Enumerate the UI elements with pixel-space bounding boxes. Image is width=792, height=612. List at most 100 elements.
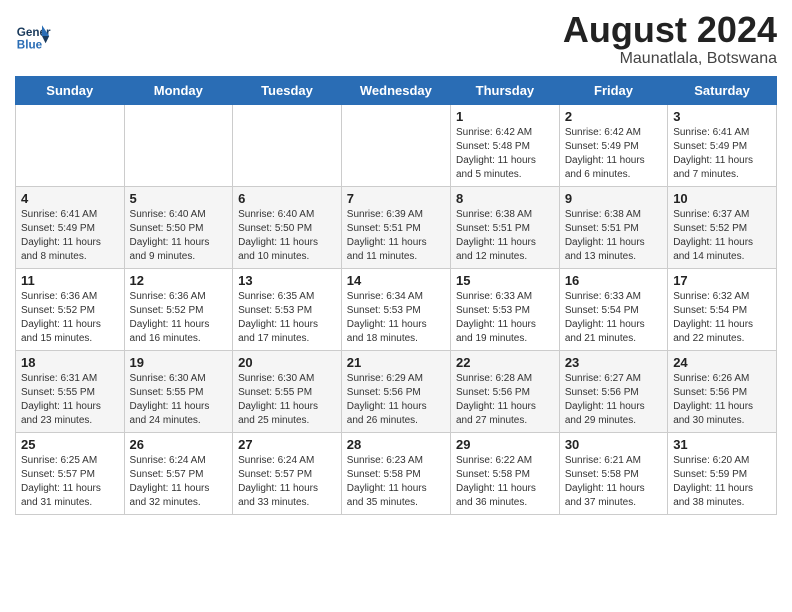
calendar-cell: 27 Sunrise: 6:24 AM Sunset: 5:57 PM Dayli… xyxy=(233,432,342,514)
day-number: 23 xyxy=(565,355,662,370)
svg-text:Blue: Blue xyxy=(17,39,43,52)
calendar-cell: 29 Sunrise: 6:22 AM Sunset: 5:58 PM Dayli… xyxy=(450,432,559,514)
day-info: Sunrise: 6:33 AM Sunset: 5:54 PM Dayligh… xyxy=(565,290,662,346)
column-header-monday: Monday xyxy=(124,76,233,104)
day-number: 31 xyxy=(673,437,771,452)
calendar-table: SundayMondayTuesdayWednesdayThursdayFrid… xyxy=(15,76,777,515)
day-number: 21 xyxy=(347,355,445,370)
calendar-cell: 30Sunrise: 6:21 AM Sunset: 5:58 PM Dayli… xyxy=(559,432,667,514)
title-block: August 2024 Maunatlala, Botswana xyxy=(563,10,777,68)
day-number: 10 xyxy=(673,191,771,206)
day-number: 27 xyxy=(238,437,336,452)
day-info: Sunrise: 6:30 AM Sunset: 5:55 PM Dayligh… xyxy=(130,372,228,428)
day-info: Sunrise: 6:30 AM Sunset: 5:55 PM Dayligh… xyxy=(238,372,336,428)
calendar-cell: 22 Sunrise: 6:28 AM Sunset: 5:56 PM Dayli… xyxy=(450,350,559,432)
day-number: 29 xyxy=(456,437,554,452)
calendar-cell: 16 Sunrise: 6:33 AM Sunset: 5:54 PM Dayli… xyxy=(559,268,667,350)
calendar-cell: 5 Sunrise: 6:40 AM Sunset: 5:50 PM Daylig… xyxy=(124,186,233,268)
calendar-cell: 9 Sunrise: 6:38 AM Sunset: 5:51 PM Daylig… xyxy=(559,186,667,268)
day-info: Sunrise: 6:26 AM Sunset: 5:56 PM Dayligh… xyxy=(673,372,771,428)
day-number: 28 xyxy=(347,437,445,452)
day-number: 4 xyxy=(21,191,119,206)
page-header: General Blue August 2024 Maunatlala, Bot… xyxy=(15,10,777,68)
calendar-cell xyxy=(341,104,450,186)
day-info: Sunrise: 6:41 AM Sunset: 5:49 PM Dayligh… xyxy=(673,126,771,182)
day-number: 13 xyxy=(238,273,336,288)
calendar-cell: 1 Sunrise: 6:42 AM Sunset: 5:48 PM Daylig… xyxy=(450,104,559,186)
day-number: 24 xyxy=(673,355,771,370)
day-info: Sunrise: 6:31 AM Sunset: 5:55 PM Dayligh… xyxy=(21,372,119,428)
day-info: Sunrise: 6:42 AM Sunset: 5:48 PM Dayligh… xyxy=(456,126,554,182)
calendar-cell: 26 Sunrise: 6:24 AM Sunset: 5:57 PM Dayli… xyxy=(124,432,233,514)
day-number: 14 xyxy=(347,273,445,288)
day-number: 15 xyxy=(456,273,554,288)
calendar-cell: 19 Sunrise: 6:30 AM Sunset: 5:55 PM Dayli… xyxy=(124,350,233,432)
day-number: 8 xyxy=(456,191,554,206)
column-header-tuesday: Tuesday xyxy=(233,76,342,104)
calendar-cell: 12Sunrise: 6:36 AM Sunset: 5:52 PM Dayli… xyxy=(124,268,233,350)
column-header-thursday: Thursday xyxy=(450,76,559,104)
day-number: 9 xyxy=(565,191,662,206)
day-info: Sunrise: 6:24 AM Sunset: 5:57 PM Dayligh… xyxy=(238,454,336,510)
day-info: Sunrise: 6:36 AM Sunset: 5:52 PM Dayligh… xyxy=(21,290,119,346)
calendar-week-row: 11 Sunrise: 6:36 AM Sunset: 5:52 PM Dayli… xyxy=(16,268,777,350)
day-number: 19 xyxy=(130,355,228,370)
day-info: Sunrise: 6:23 AM Sunset: 5:58 PM Dayligh… xyxy=(347,454,445,510)
day-info: Sunrise: 6:21 AM Sunset: 5:58 PM Dayligh… xyxy=(565,454,662,510)
column-header-sunday: Sunday xyxy=(16,76,125,104)
day-info: Sunrise: 6:20 AM Sunset: 5:59 PM Dayligh… xyxy=(673,454,771,510)
calendar-cell: 24 Sunrise: 6:26 AM Sunset: 5:56 PM Dayli… xyxy=(668,350,777,432)
calendar-cell: 28 Sunrise: 6:23 AM Sunset: 5:58 PM Dayli… xyxy=(341,432,450,514)
calendar-cell: 8 Sunrise: 6:38 AM Sunset: 5:51 PM Daylig… xyxy=(450,186,559,268)
day-info: Sunrise: 6:24 AM Sunset: 5:57 PM Dayligh… xyxy=(130,454,228,510)
day-number: 17 xyxy=(673,273,771,288)
calendar-cell xyxy=(233,104,342,186)
calendar-week-row: 1 Sunrise: 6:42 AM Sunset: 5:48 PM Daylig… xyxy=(16,104,777,186)
calendar-cell: 14Sunrise: 6:34 AM Sunset: 5:53 PM Dayli… xyxy=(341,268,450,350)
day-number: 2 xyxy=(565,109,662,124)
calendar-cell: 15Sunrise: 6:33 AM Sunset: 5:53 PM Dayli… xyxy=(450,268,559,350)
day-number: 11 xyxy=(21,273,119,288)
calendar-header-row: SundayMondayTuesdayWednesdayThursdayFrid… xyxy=(16,76,777,104)
day-info: Sunrise: 6:40 AM Sunset: 5:50 PM Dayligh… xyxy=(130,208,228,264)
day-number: 18 xyxy=(21,355,119,370)
calendar-cell: 6Sunrise: 6:40 AM Sunset: 5:50 PM Daylig… xyxy=(233,186,342,268)
day-info: Sunrise: 6:29 AM Sunset: 5:56 PM Dayligh… xyxy=(347,372,445,428)
day-number: 6 xyxy=(238,191,336,206)
calendar-cell: 18 Sunrise: 6:31 AM Sunset: 5:55 PM Dayli… xyxy=(16,350,125,432)
day-info: Sunrise: 6:41 AM Sunset: 5:49 PM Dayligh… xyxy=(21,208,119,264)
day-info: Sunrise: 6:22 AM Sunset: 5:58 PM Dayligh… xyxy=(456,454,554,510)
calendar-cell xyxy=(16,104,125,186)
day-info: Sunrise: 6:27 AM Sunset: 5:56 PM Dayligh… xyxy=(565,372,662,428)
calendar-week-row: 25 Sunrise: 6:25 AM Sunset: 5:57 PM Dayli… xyxy=(16,432,777,514)
calendar-cell: 13 Sunrise: 6:35 AM Sunset: 5:53 PM Dayli… xyxy=(233,268,342,350)
day-info: Sunrise: 6:38 AM Sunset: 5:51 PM Dayligh… xyxy=(565,208,662,264)
day-number: 26 xyxy=(130,437,228,452)
column-header-wednesday: Wednesday xyxy=(341,76,450,104)
day-info: Sunrise: 6:37 AM Sunset: 5:52 PM Dayligh… xyxy=(673,208,771,264)
day-info: Sunrise: 6:28 AM Sunset: 5:56 PM Dayligh… xyxy=(456,372,554,428)
calendar-cell: 3Sunrise: 6:41 AM Sunset: 5:49 PM Daylig… xyxy=(668,104,777,186)
calendar-week-row: 18 Sunrise: 6:31 AM Sunset: 5:55 PM Dayli… xyxy=(16,350,777,432)
calendar-week-row: 4 Sunrise: 6:41 AM Sunset: 5:49 PM Daylig… xyxy=(16,186,777,268)
calendar-cell: 7Sunrise: 6:39 AM Sunset: 5:51 PM Daylig… xyxy=(341,186,450,268)
location-subtitle: Maunatlala, Botswana xyxy=(563,50,777,68)
calendar-cell: 11 Sunrise: 6:36 AM Sunset: 5:52 PM Dayli… xyxy=(16,268,125,350)
day-info: Sunrise: 6:38 AM Sunset: 5:51 PM Dayligh… xyxy=(456,208,554,264)
day-info: Sunrise: 6:25 AM Sunset: 5:57 PM Dayligh… xyxy=(21,454,119,510)
day-number: 5 xyxy=(130,191,228,206)
day-number: 25 xyxy=(21,437,119,452)
general-blue-logo-icon: General Blue xyxy=(15,18,51,54)
day-info: Sunrise: 6:35 AM Sunset: 5:53 PM Dayligh… xyxy=(238,290,336,346)
day-number: 20 xyxy=(238,355,336,370)
day-number: 22 xyxy=(456,355,554,370)
day-info: Sunrise: 6:36 AM Sunset: 5:52 PM Dayligh… xyxy=(130,290,228,346)
column-header-saturday: Saturday xyxy=(668,76,777,104)
logo: General Blue xyxy=(15,18,51,54)
calendar-cell: 4 Sunrise: 6:41 AM Sunset: 5:49 PM Daylig… xyxy=(16,186,125,268)
calendar-cell: 31 Sunrise: 6:20 AM Sunset: 5:59 PM Dayli… xyxy=(668,432,777,514)
day-number: 1 xyxy=(456,109,554,124)
day-number: 16 xyxy=(565,273,662,288)
calendar-cell xyxy=(124,104,233,186)
calendar-cell: 25 Sunrise: 6:25 AM Sunset: 5:57 PM Dayli… xyxy=(16,432,125,514)
